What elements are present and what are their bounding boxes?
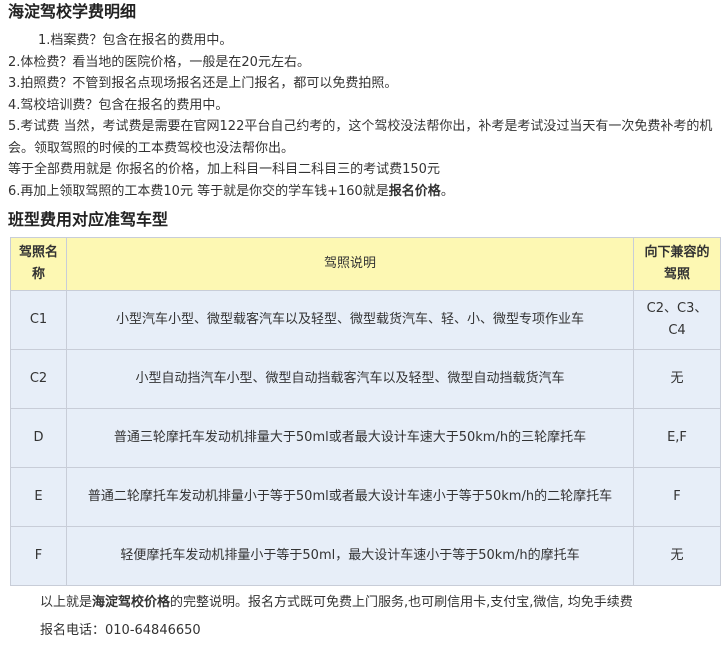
list-item: 4.驾校培训费？包含在报名的费用中。: [8, 97, 229, 113]
license-desc: 普通二轮摩托车发动机排量小于等于50ml或者最大设计车速小于等于50km/h的二…: [66, 467, 634, 527]
license-desc: 小型汽车小型、微型载客汽车以及轻型、微型载货汽车、轻、小、微型专项作业车: [66, 290, 634, 350]
table-header-row: 驾照名称 驾照说明 向下兼容的驾照: [10, 237, 721, 291]
license-compat: C2、C3、C4: [633, 290, 721, 350]
license-code: C1: [10, 290, 67, 350]
page-title: 海淀驾校学费明细: [8, 2, 137, 21]
list-item: 2.体检费？看当地的医院价格，一般是在20元左右。: [8, 54, 310, 70]
license-compat: 无: [633, 349, 721, 409]
list-item: 5.考试费 当然，考试费是需要在官网122平台自己约考的，这个驾校没法帮你出，补…: [8, 119, 713, 156]
footer: 以上就是海淀驾校价格的完整说明。报名方式既可免费上门服务,也可刷信用卡,支付宝,…: [40, 589, 633, 645]
list-item: 6.再加上领取驾照的工本费10元 等于就是你交的学车钱+160就是报名价格。: [8, 181, 718, 203]
registration-price-label: 报名价格: [388, 183, 441, 199]
page: 海淀驾校学费明细 1.档案费？包含在报名的费用中。 2.体检费？看当地的医院价格…: [0, 0, 721, 647]
license-compat: E,F: [633, 408, 721, 468]
list-item: 3.拍照费？不管到报名点现场报名还是上门报名，都可以免费拍照。: [8, 76, 398, 91]
footer-summary: 以上就是海淀驾校价格的完整说明。报名方式既可免费上门服务,也可刷信用卡,支付宝,…: [40, 589, 633, 617]
table-row: C2 小型自动挡汽车小型、微型自动挡载客汽车以及轻型、微型自动挡载货汽车 无: [10, 349, 721, 409]
table-row: D 普通三轮摩托车发动机排量大于50ml或者最大设计车速大于50km/h的三轮摩…: [10, 408, 721, 468]
table-row: E 普通二轮摩托车发动机排量小于等于50ml或者最大设计车速小于等于50km/h…: [10, 467, 721, 527]
footer-suffix: 的完整说明。报名方式既可免费上门服务,也可刷信用卡,支付宝,微信, 均免手续费: [170, 595, 633, 610]
list-item: 等于全部费用就是 你报名的价格，加上科目一科目二科目三的考试费150元: [8, 162, 440, 177]
table-row: C1 小型汽车小型、微型载客汽车以及轻型、微型载货汽车、轻、小、微型专项作业车 …: [10, 290, 721, 350]
footer-bold: 海淀驾校价格: [92, 595, 171, 610]
license-code: D: [10, 408, 67, 468]
section-title: 班型费用对应准驾车型: [8, 210, 169, 229]
fee-list: 1.档案费？包含在报名的费用中。 2.体检费？看当地的医院价格，一般是在20元左…: [8, 30, 718, 202]
license-desc: 轻便摩托车发动机排量小于等于50ml，最大设计车速小于等于50km/h的摩托车: [66, 526, 634, 586]
license-code: F: [10, 526, 67, 586]
license-desc: 普通三轮摩托车发动机排量大于50ml或者最大设计车速大于50km/h的三轮摩托车: [66, 408, 634, 468]
license-compat: F: [633, 467, 721, 527]
list-item-end: 。: [440, 183, 454, 199]
license-desc: 小型自动挡汽车小型、微型自动挡载客汽车以及轻型、微型自动挡载货汽车: [66, 349, 634, 409]
license-compat: 无: [633, 526, 721, 586]
license-code: E: [10, 467, 67, 527]
list-item-text: 6.再加上领取驾照的工本费10元 等于就是你交的学车钱+160就是: [8, 183, 389, 199]
column-header-compatible: 向下兼容的驾照: [633, 237, 721, 291]
column-header-license-desc: 驾照说明: [66, 237, 634, 291]
list-item: 1.档案费？包含在报名的费用中。: [38, 33, 233, 48]
license-table: 驾照名称 驾照说明 向下兼容的驾照 C1 小型汽车小型、微型载客汽车以及轻型、微…: [10, 237, 721, 586]
table-row: F 轻便摩托车发动机排量小于等于50ml，最大设计车速小于等于50km/h的摩托…: [10, 526, 721, 586]
license-code: C2: [10, 349, 67, 409]
footer-phone: 报名电话：010-64846650: [40, 623, 201, 638]
column-header-license-name: 驾照名称: [10, 237, 67, 291]
footer-prefix: 以上就是: [40, 595, 93, 610]
